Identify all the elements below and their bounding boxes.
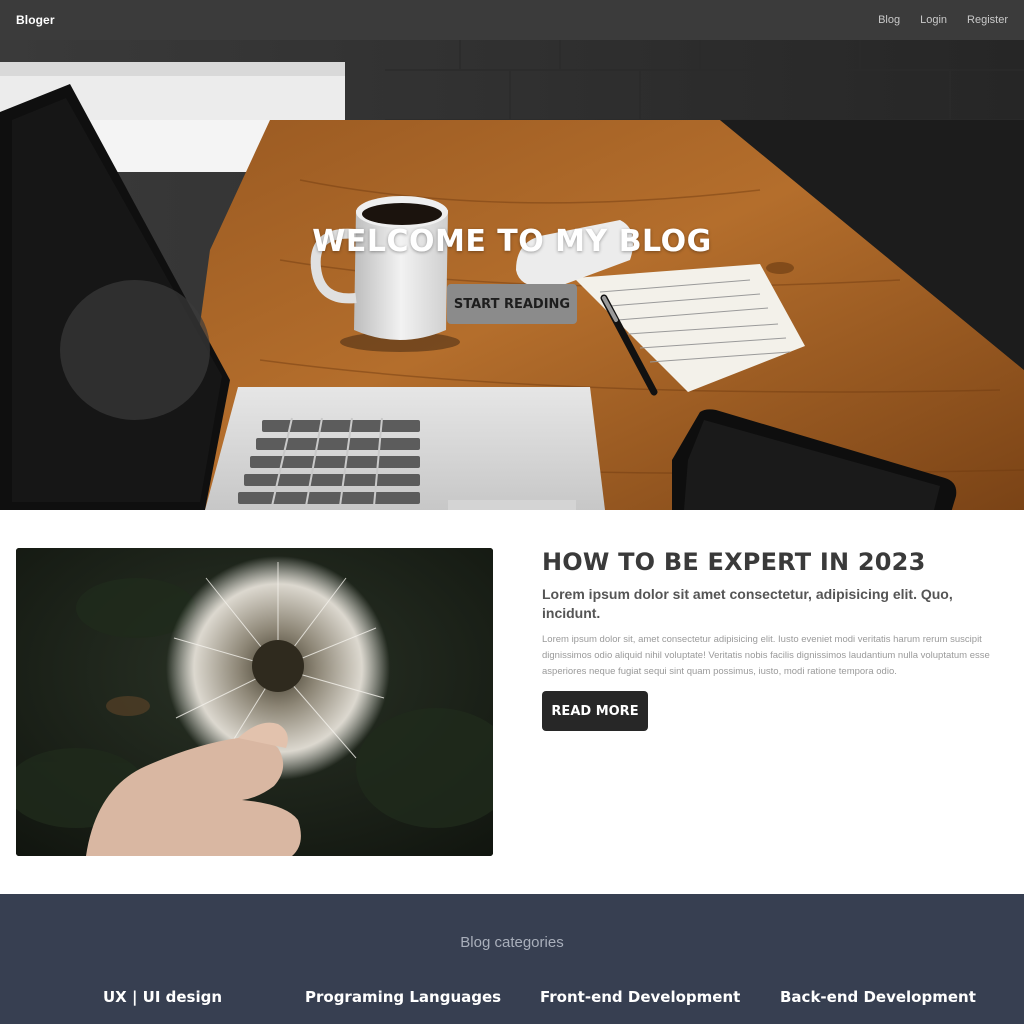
brand-logo[interactable]: Bloger xyxy=(16,13,55,27)
post-content: HOW TO BE EXPERT IN 2023 Lorem ipsum dol… xyxy=(542,548,1002,731)
navbar: Bloger Blog Login Register xyxy=(0,0,1024,40)
nav-link-register[interactable]: Register xyxy=(967,14,1008,26)
category-programing-languages[interactable]: Programing Languages xyxy=(305,988,501,1006)
category-ux-ui-design[interactable]: UX | UI design xyxy=(103,988,222,1006)
category-back-end-development[interactable]: Back-end Development xyxy=(780,988,976,1006)
blog-categories-section: Blog categories UX | UI design Programin… xyxy=(0,894,1024,1024)
post-image xyxy=(16,548,493,856)
categories-heading: Blog categories xyxy=(460,934,564,951)
read-more-button[interactable]: READ MORE xyxy=(542,691,648,731)
post-body: Lorem ipsum dolor sit, amet consectetur … xyxy=(542,634,990,677)
post-subtitle: Lorem ipsum dolor sit amet consectetur, … xyxy=(542,586,953,621)
nav-link-blog[interactable]: Blog xyxy=(878,14,900,26)
nav-link-login[interactable]: Login xyxy=(920,14,947,26)
hero-section: WELCOME TO MY BLOG START READING xyxy=(0,40,1024,510)
start-reading-button[interactable]: START READING xyxy=(447,284,577,324)
hero-overlay xyxy=(0,40,1024,510)
post-title: HOW TO BE EXPERT IN 2023 xyxy=(542,548,926,576)
category-front-end-development[interactable]: Front-end Development xyxy=(540,988,740,1006)
hero-title: WELCOME TO MY BLOG xyxy=(312,224,712,259)
dandelion-image xyxy=(16,548,493,856)
nav-links: Blog Login Register xyxy=(878,14,1008,26)
